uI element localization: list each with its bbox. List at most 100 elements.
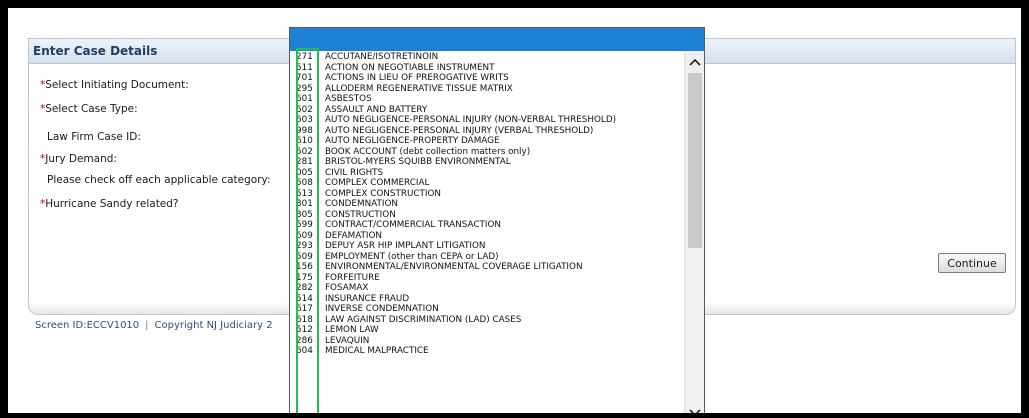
dropdown-option[interactable]: 156 ENVIRONMENTAL/ENVIRONMENTAL COVERAGE … (292, 262, 682, 273)
option-code: 601 (296, 94, 313, 104)
option-label: LAW AGAINST DISCRIMINATION (LAD) CASES (325, 314, 522, 325)
dropdown-option[interactable]: 599 CONTRACT/COMMERCIAL TRANSACTION (292, 220, 682, 231)
dropdown-option[interactable]: 618 LAW AGAINST DISCRIMINATION (LAD) CASE… (292, 315, 682, 326)
dropdown-option[interactable]: 281 BRISTOL-MYERS SQUIBB ENVIRONMENTAL (292, 157, 682, 168)
option-label: COMPLEX COMMERCIAL (325, 178, 430, 188)
option-code: 005 (296, 167, 313, 178)
dropdown-option[interactable]: 514 INSURANCE FRAUD (292, 294, 682, 305)
dropdown-option[interactable]: 511 ACTION ON NEGOTIABLE INSTRUMENT (292, 63, 682, 74)
dropdown-option[interactable]: 998 AUTO NEGLIGENCE-PERSONAL INJURY (VERB… (292, 126, 682, 137)
dropdown-option[interactable]: 601 ASBESTOS (292, 94, 682, 105)
option-code: 508 (296, 178, 313, 188)
option-label: ASBESTOS (325, 94, 372, 104)
option-code: 701 (296, 73, 313, 83)
option-label: ASSAULT AND BATTERY (325, 104, 428, 115)
dropdown-selected-bar[interactable] (290, 28, 704, 51)
option-label: FOSAMAX (325, 283, 369, 293)
screen-id: Screen ID:ECCV1010 (35, 320, 140, 331)
scrollbar-thumb[interactable] (688, 73, 702, 248)
option-label: AUTO NEGLIGENCE-PROPERTY DAMAGE (325, 136, 500, 146)
dropdown-option[interactable]: 604 MEDICAL MALPRACTICE (292, 346, 682, 357)
option-label: CONDEMNATION (325, 199, 398, 209)
dropdown-option[interactable]: 509 EMPLOYMENT (other than CEPA or LAD) (292, 252, 682, 263)
dropdown-option[interactable]: 609 DEFAMATION (292, 231, 682, 242)
option-code: 295 (296, 83, 313, 94)
option-label: CONTRACT/COMMERCIAL TRANSACTION (325, 220, 502, 230)
option-label: AUTO NEGLIGENCE-PERSONAL INJURY (VERBAL … (325, 125, 594, 136)
dropdown-option[interactable]: 513 COMPLEX CONSTRUCTION (292, 189, 682, 200)
option-code: 282 (296, 283, 313, 293)
option-code: 301 (296, 199, 313, 209)
page: Enter Case Details *Select Initiating Do… (8, 8, 1021, 413)
jury-demand-label: *Jury Demand: (40, 153, 117, 165)
option-label: BOOK ACCOUNT (debt collection matters on… (325, 146, 531, 157)
option-code: 603 (296, 115, 313, 125)
dropdown-option[interactable]: 502 BOOK ACCOUNT (debt collection matters… (292, 147, 682, 158)
hurricane-sandy-label: *Hurricane Sandy related? (40, 198, 179, 210)
option-label: BRISTOL-MYERS SQUIBB ENVIRONMENTAL (325, 157, 511, 167)
initiating-document-label: *Select Initiating Document: (40, 79, 189, 91)
option-code: 602 (296, 104, 313, 115)
chevron-down-icon[interactable] (685, 404, 704, 413)
option-label: CONSTRUCTION (325, 209, 396, 220)
option-code: 509 (296, 251, 313, 262)
option-code: 609 (296, 230, 313, 241)
dropdown-option[interactable]: 271 ACCUTANE/ISOTRETINOIN (292, 52, 682, 63)
option-code: 512 (296, 325, 313, 335)
option-label: LEVAQUIN (325, 335, 370, 346)
case-type-dropdown-list[interactable]: 271 ACCUTANE/ISOTRETINOIN 511 ACTION ON NEG… (289, 27, 705, 413)
law-firm-case-id-label: Law Firm Case ID: (47, 131, 141, 143)
dropdown-option[interactable]: 602 ASSAULT AND BATTERY (292, 105, 682, 116)
option-label: LEMON LAW (325, 325, 379, 335)
option-code: 514 (296, 293, 313, 304)
option-code: 293 (296, 241, 313, 251)
option-code: 998 (296, 125, 313, 136)
footer-separator: | (145, 320, 149, 331)
option-label: MEDICAL MALPRACTICE (325, 346, 429, 356)
option-label: AUTO NEGLIGENCE-PERSONAL INJURY (NON-VER… (325, 115, 617, 125)
dropdown-option[interactable]: 610 AUTO NEGLIGENCE-PROPERTY DAMAGE (292, 136, 682, 147)
option-label: ACTIONS IN LIEU OF PREROGATIVE WRITS (325, 73, 509, 83)
option-code: 271 (296, 52, 313, 62)
dropdown-options: 271 ACCUTANE/ISOTRETINOIN 511 ACTION ON NEG… (292, 52, 682, 357)
dropdown-option[interactable]: 305 CONSTRUCTION (292, 210, 682, 221)
dropdown-option[interactable]: 301 CONDEMNATION (292, 199, 682, 210)
copyright-link[interactable]: Copyright NJ Judiciary 2 (155, 320, 273, 331)
option-label: FORFEITURE (325, 272, 380, 283)
option-code: 604 (296, 346, 313, 356)
option-label: COMPLEX CONSTRUCTION (325, 188, 442, 199)
dropdown-option[interactable]: 512 LEMON LAW (292, 325, 682, 336)
option-label: CIVIL RIGHTS (325, 167, 384, 178)
dropdown-option[interactable]: 617 INVERSE CONDEMNATION (292, 304, 682, 315)
option-label: ENVIRONMENTAL/ENVIRONMENTAL COVERAGE LIT… (325, 262, 583, 272)
option-code: 513 (296, 188, 313, 199)
option-label: DEFAMATION (325, 230, 382, 241)
option-label: EMPLOYMENT (other than CEPA or LAD) (325, 251, 499, 262)
option-code: 502 (296, 146, 313, 157)
option-label: INSURANCE FRAUD (325, 293, 410, 304)
dropdown-option[interactable]: 175 FORFEITURE (292, 273, 682, 284)
dropdown-option[interactable]: 508 COMPLEX COMMERCIAL (292, 178, 682, 189)
option-label: ALLODERM REGENERATIVE TISSUE MATRIX (325, 83, 513, 94)
option-code: 305 (296, 209, 313, 220)
option-code: 599 (296, 220, 313, 230)
option-label: ACTION ON NEGOTIABLE INSTRUMENT (325, 62, 495, 73)
option-code: 618 (296, 314, 313, 325)
chevron-up-icon[interactable] (685, 53, 704, 71)
option-label: ACCUTANE/ISOTRETINOIN (325, 52, 439, 62)
dropdown-option[interactable]: 701 ACTIONS IN LIEU OF PREROGATIVE WRITS (292, 73, 682, 84)
case-type-label: *Select Case Type: (40, 103, 138, 115)
dropdown-scrollbar[interactable] (684, 51, 704, 413)
dropdown-option[interactable]: 005 CIVIL RIGHTS (292, 168, 682, 179)
option-code: 286 (296, 335, 313, 346)
dropdown-option[interactable]: 295 ALLODERM REGENERATIVE TISSUE MATRIX (292, 84, 682, 95)
continue-button[interactable]: Continue (938, 253, 1006, 273)
dropdown-option[interactable]: 293 DEPUY ASR HIP IMPLANT LITIGATION (292, 241, 682, 252)
footer: Screen ID:ECCV1010 | Copyright NJ Judiciar… (35, 320, 273, 331)
applicable-category-label: Please check off each applicable categor… (47, 174, 271, 186)
option-code: 156 (296, 262, 313, 272)
dropdown-option[interactable]: 603 AUTO NEGLIGENCE-PERSONAL INJURY (NON-… (292, 115, 682, 126)
option-code: 281 (296, 157, 313, 167)
dropdown-option[interactable]: 286 LEVAQUIN (292, 336, 682, 347)
dropdown-option[interactable]: 282 FOSAMAX (292, 283, 682, 294)
